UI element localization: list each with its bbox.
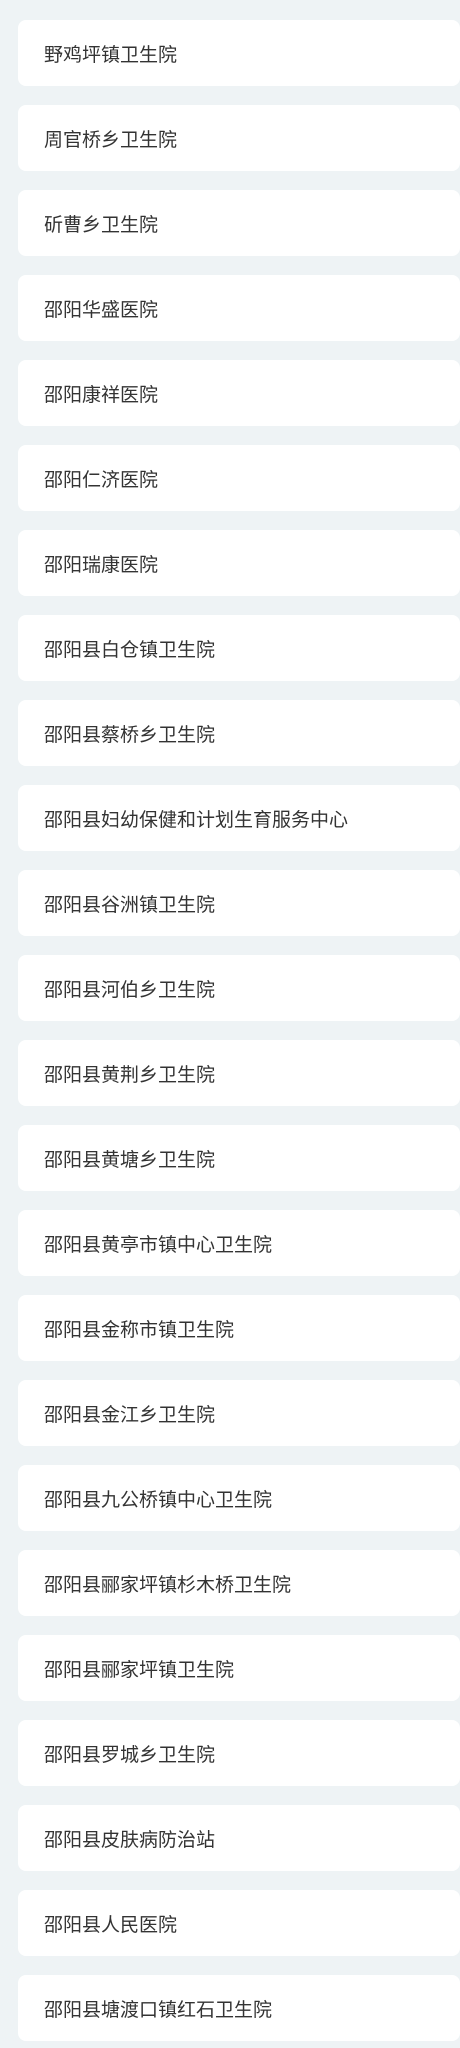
- list-item[interactable]: 邵阳县蔡桥乡卫生院: [18, 700, 460, 766]
- list-item[interactable]: 邵阳县九公桥镇中心卫生院: [18, 1465, 460, 1531]
- hospital-list: 野鸡坪镇卫生院 周官桥乡卫生院 斫曹乡卫生院 邵阳华盛医院 邵阳康祥医院 邵阳仁…: [18, 20, 460, 2048]
- list-item-label: 邵阳县妇幼保健和计划生育服务中心: [44, 808, 349, 831]
- list-item-label: 邵阳县河伯乡卫生院: [44, 978, 216, 1001]
- list-item-label: 邵阳县郦家坪镇杉木桥卫生院: [44, 1573, 292, 1596]
- hospital-list-page: 野鸡坪镇卫生院 周官桥乡卫生院 斫曹乡卫生院 邵阳华盛医院 邵阳康祥医院 邵阳仁…: [0, 0, 460, 2048]
- list-item-label: 邵阳县黄塘乡卫生院: [44, 1148, 216, 1171]
- list-item-label: 周官桥乡卫生院: [44, 128, 178, 151]
- list-item-label: 邵阳县郦家坪镇卫生院: [44, 1658, 235, 1681]
- list-item[interactable]: 邵阳县河伯乡卫生院: [18, 955, 460, 1021]
- list-item[interactable]: 邵阳县白仓镇卫生院: [18, 615, 460, 681]
- list-item-label: 邵阳县金江乡卫生院: [44, 1403, 216, 1426]
- list-item-label: 邵阳县九公桥镇中心卫生院: [44, 1488, 273, 1511]
- list-item-label: 邵阳县皮肤病防治站: [44, 1828, 216, 1851]
- list-item[interactable]: 邵阳县黄亭市镇中心卫生院: [18, 1210, 460, 1276]
- list-item-label: 邵阳康祥医院: [44, 383, 159, 406]
- list-item-label: 邵阳县蔡桥乡卫生院: [44, 723, 216, 746]
- list-item[interactable]: 邵阳县黄塘乡卫生院: [18, 1125, 460, 1191]
- list-item[interactable]: 邵阳县塘渡口镇红石卫生院: [18, 1975, 460, 2041]
- list-item[interactable]: 邵阳康祥医院: [18, 360, 460, 426]
- list-item-label: 邵阳县黄亭市镇中心卫生院: [44, 1233, 273, 1256]
- list-item-label: 邵阳瑞康医院: [44, 553, 159, 576]
- list-item[interactable]: 邵阳县罗城乡卫生院: [18, 1720, 460, 1786]
- list-item[interactable]: 邵阳县皮肤病防治站: [18, 1805, 460, 1871]
- list-item-label: 邵阳仁济医院: [44, 468, 159, 491]
- list-item-label: 斫曹乡卫生院: [44, 213, 159, 236]
- list-item-label: 邵阳县罗城乡卫生院: [44, 1743, 216, 1766]
- list-item[interactable]: 周官桥乡卫生院: [18, 105, 460, 171]
- list-item-label: 邵阳县金称市镇卫生院: [44, 1318, 235, 1341]
- list-item[interactable]: 邵阳县金江乡卫生院: [18, 1380, 460, 1446]
- list-item[interactable]: 邵阳县郦家坪镇卫生院: [18, 1635, 460, 1701]
- list-item[interactable]: 邵阳仁济医院: [18, 445, 460, 511]
- list-item[interactable]: 邵阳县谷洲镇卫生院: [18, 870, 460, 936]
- list-item[interactable]: 邵阳县人民医院: [18, 1890, 460, 1956]
- list-item[interactable]: 斫曹乡卫生院: [18, 190, 460, 256]
- list-item[interactable]: 邵阳瑞康医院: [18, 530, 460, 596]
- list-item[interactable]: 邵阳华盛医院: [18, 275, 460, 341]
- list-item-label: 邵阳县黄荆乡卫生院: [44, 1063, 216, 1086]
- list-item[interactable]: 邵阳县黄荆乡卫生院: [18, 1040, 460, 1106]
- list-item-label: 野鸡坪镇卫生院: [44, 43, 178, 66]
- list-item[interactable]: 邵阳县郦家坪镇杉木桥卫生院: [18, 1550, 460, 1616]
- list-item-label: 邵阳县谷洲镇卫生院: [44, 893, 216, 916]
- list-item[interactable]: 邵阳县金称市镇卫生院: [18, 1295, 460, 1361]
- list-item-label: 邵阳华盛医院: [44, 298, 159, 321]
- list-item[interactable]: 邵阳县妇幼保健和计划生育服务中心: [18, 785, 460, 851]
- list-item[interactable]: 野鸡坪镇卫生院: [18, 20, 460, 86]
- list-item-label: 邵阳县白仓镇卫生院: [44, 638, 216, 661]
- list-item-label: 邵阳县塘渡口镇红石卫生院: [44, 1998, 273, 2021]
- list-item-label: 邵阳县人民医院: [44, 1913, 178, 1936]
